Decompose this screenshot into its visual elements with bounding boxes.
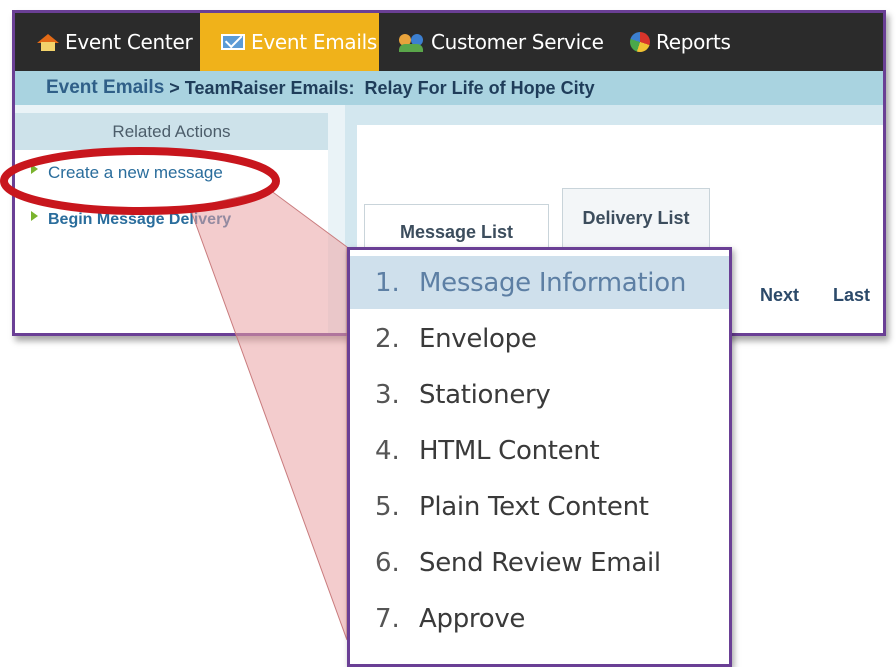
step-message-information[interactable]: 1. Message Information: [350, 256, 729, 309]
nav-event-emails[interactable]: Event Emails: [200, 13, 379, 71]
step-label: HTML Content: [419, 436, 600, 466]
step-label: Send Review Email: [419, 548, 661, 578]
pager-next-link[interactable]: Next: [760, 285, 799, 306]
nav-label: Event Center: [65, 30, 193, 54]
step-html-content[interactable]: 4. HTML Content: [350, 423, 729, 479]
nav-label: Reports: [656, 30, 731, 54]
people-icon: [399, 32, 425, 52]
step-number: 1.: [375, 267, 400, 298]
step-label: Stationery: [419, 380, 551, 410]
breadcrumb-separator: >: [164, 77, 185, 98]
tab-label: Delivery List: [582, 208, 690, 228]
step-label: Envelope: [419, 324, 537, 354]
tab-delivery-list[interactable]: Delivery List: [562, 188, 710, 248]
step-number: 5.: [375, 492, 400, 522]
link-label: Begin Message Delivery: [48, 211, 232, 228]
begin-message-delivery-link[interactable]: Begin Message Delivery: [31, 211, 231, 229]
breadcrumb-root-link[interactable]: Event Emails: [46, 77, 164, 99]
nav-reports[interactable]: Reports: [630, 13, 731, 71]
arrow-bullet-icon: [31, 211, 38, 221]
breadcrumb: Event Emails > TeamRaiser Emails: Relay …: [15, 71, 883, 105]
step-number: 3.: [375, 380, 400, 410]
nav-label: Customer Service: [431, 30, 604, 54]
pie-chart-icon: [630, 32, 650, 52]
create-new-message-link[interactable]: Create a new message: [31, 163, 223, 183]
step-number: 2.: [375, 324, 400, 354]
related-actions-panel: Related Actions Create a new message Beg…: [15, 105, 345, 333]
nav-customer-service[interactable]: Customer Service: [399, 13, 604, 71]
tab-label: Message List: [399, 222, 514, 242]
step-number: 4.: [375, 436, 400, 466]
nav-label: Event Emails: [251, 30, 377, 54]
step-label: Plain Text Content: [419, 492, 649, 522]
step-send-review-email[interactable]: 6. Send Review Email: [350, 535, 729, 591]
breadcrumb-current: TeamRaiser Emails: Relay For Life of Hop…: [184, 77, 595, 98]
step-number: 7.: [375, 604, 400, 634]
step-number: 6.: [375, 548, 400, 578]
link-label: Create a new message: [48, 163, 223, 182]
step-envelope[interactable]: 2. Envelope: [350, 311, 729, 367]
message-steps-menu: 1. Message Information 2. Envelope 3. St…: [347, 247, 732, 667]
top-nav: Event Center Event Emails Customer Servi…: [15, 13, 883, 71]
pager-last-link[interactable]: Last: [833, 285, 870, 306]
step-plain-text-content[interactable]: 5. Plain Text Content: [350, 479, 729, 535]
step-stationery[interactable]: 3. Stationery: [350, 367, 729, 423]
mail-icon: [221, 34, 245, 50]
home-icon: [37, 34, 59, 51]
step-label: Approve: [419, 604, 526, 634]
nav-event-center[interactable]: Event Center: [37, 13, 193, 71]
step-label: Message Information: [419, 267, 687, 298]
related-actions-heading: Related Actions: [15, 113, 328, 150]
arrow-bullet-icon: [31, 164, 38, 174]
step-approve[interactable]: 7. Approve: [350, 591, 729, 647]
